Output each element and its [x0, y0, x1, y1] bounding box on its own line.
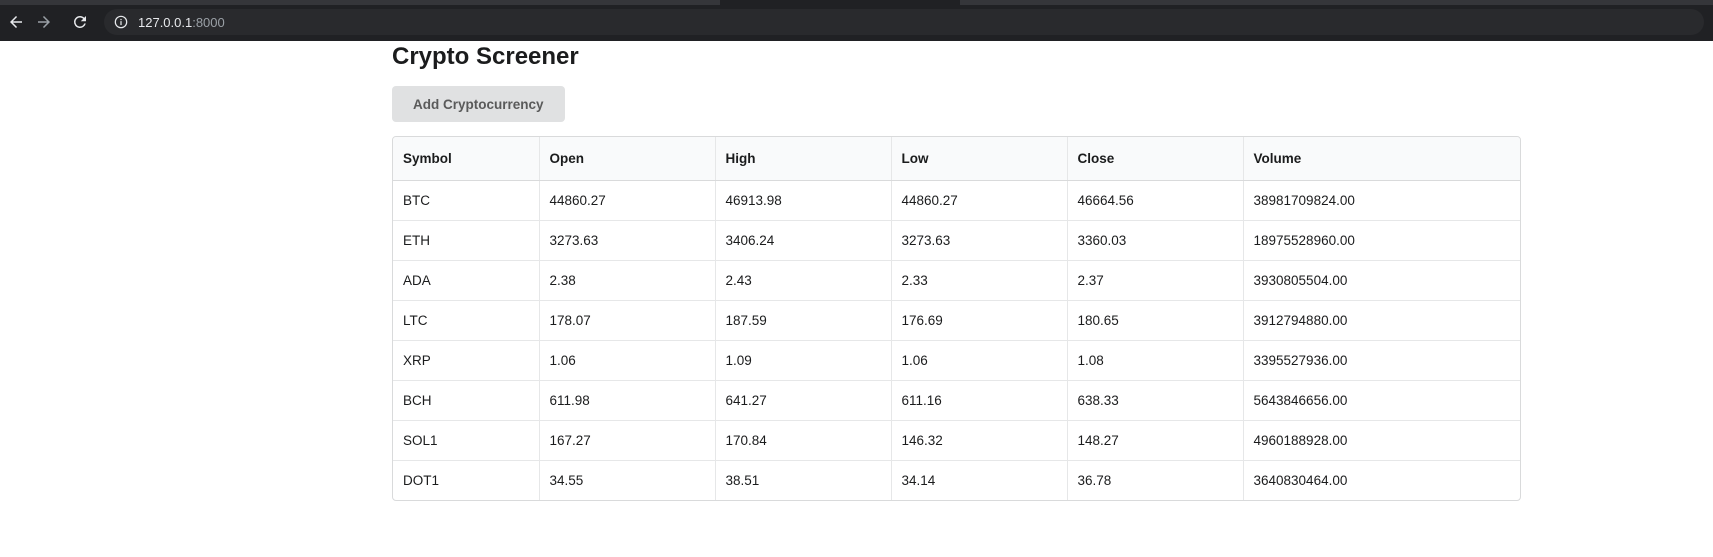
cell-high: 46913.98 — [715, 180, 892, 221]
table-header-row: Symbol Open High Low Close Volume — [393, 137, 1520, 181]
cell-close: 180.65 — [1067, 300, 1244, 341]
cell-low: 1.06 — [891, 340, 1068, 381]
cell-close: 148.27 — [1067, 420, 1244, 461]
cell-open: 611.98 — [539, 380, 716, 421]
cell-low: 2.33 — [891, 260, 1068, 301]
column-header-volume: Volume — [1243, 137, 1520, 181]
cell-close: 2.37 — [1067, 260, 1244, 301]
cell-symbol: ETH — [393, 220, 540, 261]
page-title: Crypto Screener — [392, 43, 579, 70]
cell-symbol: XRP — [393, 340, 540, 381]
cell-volume: 3640830464.00 — [1253, 472, 1348, 488]
cell-high: 641.27 — [715, 380, 892, 421]
column-header-open: Open — [539, 137, 716, 181]
cell-volume: 5643846656.00 — [1243, 380, 1520, 421]
browser-toolbar: 127.0.0.1:8000 — [0, 0, 1713, 41]
cell-low: 3273.63 — [891, 220, 1068, 261]
address-bar[interactable]: 127.0.0.1:8000 — [104, 9, 1704, 35]
reload-icon — [73, 15, 86, 28]
cell-low: 44860.27 — [891, 180, 1068, 221]
cell-high: 2.43 — [715, 260, 892, 301]
active-tab[interactable] — [720, 0, 960, 5]
table-row: LTC 178.07 187.59 176.69 180.65 3912794880.00 — [393, 300, 1520, 341]
cell-symbol: DOT1 — [393, 460, 540, 500]
cell-volume: 3395527936.00 — [1243, 340, 1520, 381]
cell-high: 38.51 — [715, 460, 892, 500]
add-cryptocurrency-button[interactable]: Add Cryptocurrency — [392, 86, 565, 122]
cell-symbol: BTC — [393, 180, 540, 221]
cell-open: 3273.63 — [539, 220, 716, 261]
cell-symbol: BCH — [393, 380, 540, 421]
url-port: :8000 — [192, 14, 225, 30]
cell-high: 3406.24 — [715, 220, 892, 261]
table-row: ADA 2.38 2.43 2.33 2.37 3930805504.00 — [393, 260, 1520, 301]
table-row: ETH 3273.63 3406.24 3273.63 3360.03 189755289… — [393, 220, 1520, 261]
table-body: BTC 44860.27 46913.98 44860.27 46664.56 38981… — [393, 180, 1520, 500]
table-row: XRP 1.06 1.09 1.06 1.08 3395527936.00 — [393, 340, 1520, 381]
cell-low: 176.69 — [891, 300, 1068, 341]
arrow-left-icon — [10, 16, 22, 28]
cell-close: 1.08 — [1067, 340, 1244, 381]
table-row: BTC 44860.27 46913.98 44860.27 46664.56 38981… — [393, 180, 1520, 221]
cell-volume: 4960188928.00 — [1243, 420, 1520, 461]
column-header-symbol: Symbol — [393, 137, 540, 181]
cell-open: 2.38 — [539, 260, 716, 301]
url-text: 127.0.0.1:8000 — [138, 15, 225, 30]
cell-low: 34.14 — [891, 460, 1068, 500]
cell-volume: 3930805504.00 — [1243, 260, 1520, 301]
forward-button[interactable] — [32, 10, 56, 34]
cell-volume: 3912794880.00 — [1243, 300, 1520, 341]
cell-symbol: SOL1 — [393, 420, 540, 461]
crypto-table: Symbol Open High Low Close Volume BTC 44860.27… — [392, 136, 1521, 501]
column-header-high: High — [715, 137, 892, 181]
cell-open: 34.55 — [539, 460, 716, 500]
table-row: DOT1 34.55 38.51 34.14 36.78 3640830464.00 — [393, 460, 1520, 500]
cell-volume: 38981709824.00 — [1243, 180, 1520, 221]
back-button[interactable] — [4, 10, 28, 34]
cell-low: 146.32 — [891, 420, 1068, 461]
cell-close: 638.33 — [1067, 380, 1244, 421]
cell-close: 46664.56 — [1067, 180, 1244, 221]
main-container: Crypto Screener Add Cryptocurrency Symbo… — [392, 41, 1521, 501]
cell-high: 187.59 — [715, 300, 892, 341]
cell-open: 167.27 — [539, 420, 716, 461]
info-icon[interactable] — [114, 15, 128, 29]
cell-symbol: ADA — [393, 260, 540, 301]
cell-high: 1.09 — [715, 340, 892, 381]
cell-volume: 18975528960.00 — [1243, 220, 1520, 261]
arrow-right-icon — [38, 16, 50, 28]
cell-low: 611.16 — [891, 380, 1068, 421]
cell-close: 3360.03 — [1067, 220, 1244, 261]
table-row: SOL1 167.27 170.84 146.32 148.27 4960188928.0… — [393, 420, 1520, 461]
cell-high: 170.84 — [715, 420, 892, 461]
cell-close: 36.78 — [1067, 460, 1244, 500]
cell-open: 44860.27 — [539, 180, 716, 221]
reload-button[interactable] — [68, 10, 92, 34]
table-row: BCH 611.98 641.27 611.16 638.33 5643846656.00 — [393, 380, 1520, 421]
cell-open: 178.07 — [539, 300, 716, 341]
column-header-close: Close — [1067, 137, 1244, 181]
column-header-low: Low — [891, 137, 1068, 181]
cell-open: 1.06 — [539, 340, 716, 381]
cell-symbol: LTC — [393, 300, 540, 341]
url-host: 127.0.0.1 — [138, 14, 193, 30]
